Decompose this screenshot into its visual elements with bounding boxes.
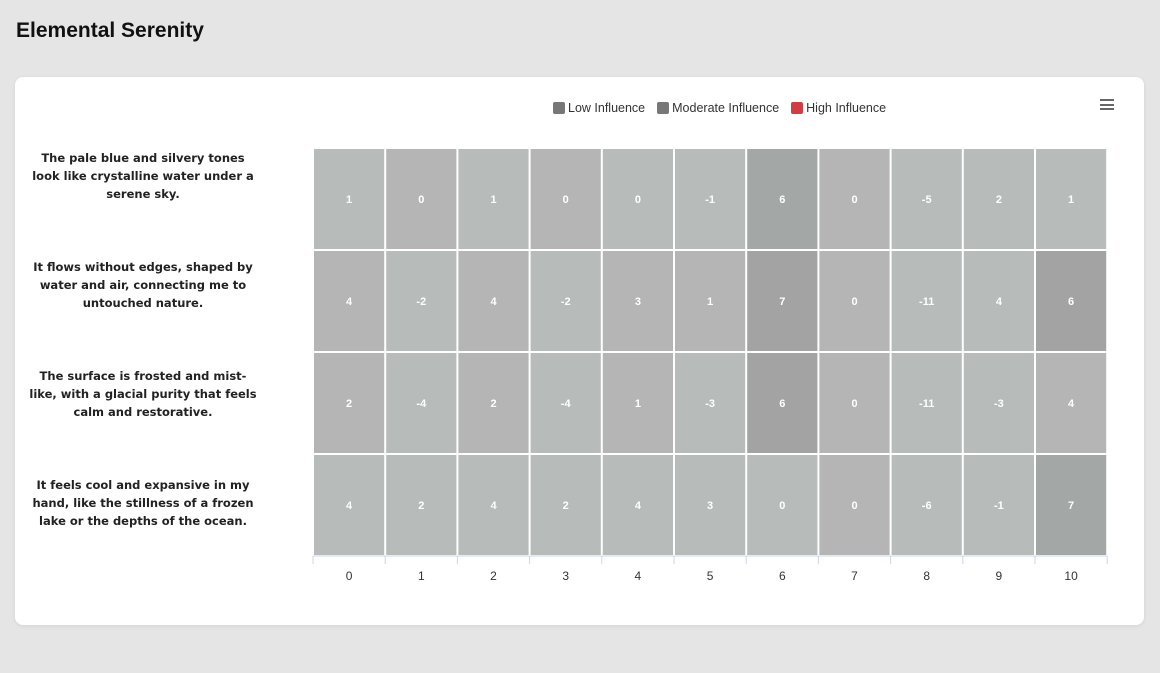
x-tick-label-10: 10	[1064, 569, 1078, 583]
heatmap-cell-label-r0-c6: 6	[779, 194, 785, 206]
heatmap-cell-label-r0-c7: 0	[851, 194, 857, 206]
heatmap-cell-label-r2-c10: 4	[1068, 398, 1075, 410]
x-tick-label-8: 8	[923, 569, 930, 583]
heatmap-cell-label-r1-c6: 7	[779, 296, 785, 308]
x-tick-label-0: 0	[346, 569, 353, 583]
heatmap-cell-label-r0-c10: 1	[1068, 194, 1074, 206]
heatmap-cell-label-r3-c2: 4	[490, 500, 497, 512]
heatmap-cell-label-r1-c10: 6	[1068, 296, 1074, 308]
heatmap-cell-label-r1-c1: -2	[416, 296, 426, 308]
heatmap-cell-label-r2-c2: 2	[490, 398, 496, 410]
heatmap-cell-label-r0-c3: 0	[563, 194, 569, 206]
x-tick-label-4: 4	[635, 569, 642, 583]
x-tick-label-2: 2	[490, 569, 497, 583]
heatmap-cell-label-r0-c2: 1	[490, 194, 496, 206]
heatmap-chart: 1 0 1 0 0 -1 6 0 -5 2 14 -2 4 -2 3 1 7 0 -11 4 62 -4 2 -4 1 -3 6 0-…	[312, 149, 1108, 583]
heatmap-cell-label-r3-c3: 2	[563, 500, 569, 512]
heatmap-cell-label-r1-c3: -2	[561, 296, 571, 308]
heatmap-cell-label-r2-c8: -11	[919, 398, 934, 410]
page-title: Elemental Serenity	[16, 19, 204, 42]
x-tick-label-6: 6	[779, 569, 786, 583]
heatmap-cell-label-r0-c5: -1	[705, 194, 715, 206]
x-tick-label-7: 7	[851, 569, 858, 583]
heatmap-cell-label-r0-c1: 0	[418, 194, 424, 206]
heatmap-cell-label-r1-c0: 4	[346, 296, 353, 308]
x-tick-label-1: 1	[418, 569, 425, 583]
heatmap-cell-label-r2-c1: -4	[416, 398, 427, 410]
heatmap-cell-label-r3-c1: 2	[418, 500, 424, 512]
heatmap-cell-label-r2-c4: 1	[635, 398, 641, 410]
x-tick-label-5: 5	[707, 569, 714, 583]
x-tick-label-3: 3	[562, 569, 569, 583]
heatmap-cell-label-r2-c3: -4	[561, 398, 572, 410]
heatmap-cell-label-r1-c9: 4	[996, 296, 1003, 308]
heatmap-cell-label-r0-c4: 0	[635, 194, 641, 206]
heatmap-cell-label-r3-c7: 0	[851, 500, 857, 512]
heatmap-cell-label-r0-c0: 1	[346, 194, 352, 206]
heatmap-cell-label-r3-c6: 0	[779, 500, 785, 512]
heatmap-cell-label-r1-c4: 3	[635, 296, 641, 308]
heatmap-cell-label-r2-c6: 6	[779, 398, 785, 410]
heatmap-cell-label-r2-c5: -3	[705, 398, 715, 410]
heatmap-cell-label-r0-c9: 2	[996, 194, 1002, 206]
heatmap-cell-label-r3-c4: 4	[635, 500, 642, 512]
heatmap-cell-label-r1-c8: -11	[919, 296, 934, 308]
heatmap-cell-label-r3-c5: 3	[707, 500, 713, 512]
heatmap-cell-label-r1-c7: 0	[851, 296, 857, 308]
heatmap-cell-label-r2-c0: 2	[346, 398, 352, 410]
heatmap-cell-label-r2-c9: -3	[994, 398, 1004, 410]
heatmap-cell-label-r3-c9: -1	[994, 500, 1004, 512]
x-tick-label-9: 9	[996, 569, 1003, 583]
heatmap-cell-label-r3-c10: 7	[1068, 500, 1074, 512]
heatmap-cell-label-r3-c0: 4	[346, 500, 353, 512]
heatmap-cell-label-r0-c8: -5	[922, 194, 932, 206]
heatmap-cell-label-r1-c2: 4	[490, 296, 497, 308]
heatmap-cell-label-r2-c7: 0	[851, 398, 857, 410]
heatmap-cell-label-r1-c5: 1	[707, 296, 713, 308]
chart-card: Low Influence Moderate Influence High In…	[15, 77, 1144, 625]
heatmap-cell-label-r3-c8: -6	[922, 500, 932, 512]
